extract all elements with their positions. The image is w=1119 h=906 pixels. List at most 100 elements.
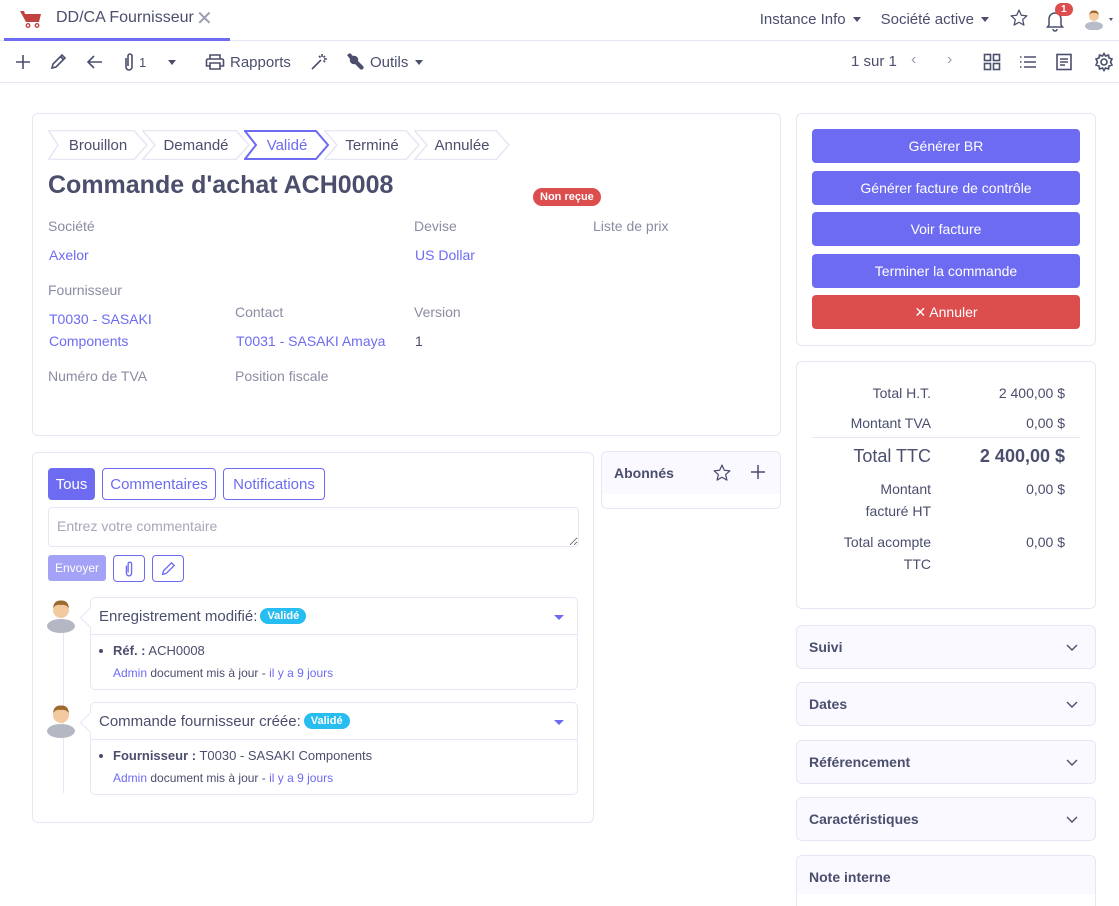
panel-internal-note: Note interne — [796, 855, 1096, 906]
changed-field-value: T0030 - SASAKI Components — [199, 748, 373, 763]
arrow-left-icon — [86, 55, 102, 69]
contact-link[interactable]: T0031 - SASAKI Amaya — [236, 330, 385, 352]
filter-comments-button[interactable]: Commentaires — [102, 468, 216, 500]
supplier-link[interactable]: T0030 - SASAKI Components — [49, 308, 152, 352]
panel-dates[interactable]: Dates — [796, 682, 1096, 726]
invoiced-ht-label-line1: Montant — [880, 481, 931, 497]
comment-input[interactable] — [48, 507, 579, 547]
settings-button[interactable] — [1094, 50, 1114, 74]
followers-header: Abonnés — [602, 452, 780, 494]
gear-icon — [1094, 52, 1114, 72]
message-body: Fournisseur : T0030 - SASAKI Components … — [91, 740, 577, 794]
tab-title: DD/CA Fournisseur — [56, 9, 194, 26]
user-menu[interactable] — [1083, 8, 1119, 30]
more-actions-dropdown[interactable] — [168, 50, 176, 74]
step-requested[interactable]: Demandé — [142, 130, 250, 160]
magic-wand-button[interactable] — [310, 50, 328, 74]
record-title: Commande d'achat ACH0008 — [48, 171, 394, 199]
step-draft[interactable]: Brouillon — [48, 130, 148, 160]
step-validated[interactable]: Validé — [244, 130, 330, 160]
chevron-down-icon[interactable] — [1065, 755, 1079, 769]
caret-down-icon[interactable] — [554, 615, 564, 620]
advance-total-label: Total acompte TTC — [801, 531, 931, 575]
step-label: Demandé — [163, 136, 229, 154]
list-icon — [1020, 56, 1036, 68]
version-value: 1 — [415, 333, 423, 349]
grid-view-button[interactable] — [983, 50, 1001, 74]
previous-record-icon[interactable]: ‹ — [911, 51, 916, 69]
send-button[interactable]: Envoyer — [48, 555, 106, 581]
attach-file-button[interactable] — [113, 555, 145, 582]
pencil-icon — [50, 53, 67, 70]
contact-label: Contact — [235, 304, 284, 320]
next-record-icon[interactable]: › — [947, 51, 952, 69]
step-label: Brouillon — [68, 136, 128, 154]
caret-down-icon — [981, 16, 989, 22]
message-action: document mis à jour - — [150, 771, 266, 785]
price-list-label: Liste de prix — [593, 218, 669, 234]
message-meta: Admin document mis à jour - il y a 9 jou… — [113, 768, 577, 788]
active-company-label: Société active — [880, 10, 974, 28]
step-cancelled[interactable]: Annulée — [414, 130, 510, 160]
instance-info-menu[interactable]: Instance Info — [760, 11, 861, 28]
panel-characteristics[interactable]: Caractéristiques — [796, 797, 1096, 841]
panel-tracking[interactable]: Suivi — [796, 625, 1096, 669]
user-avatar-icon — [47, 705, 75, 738]
message-status-tag: Validé — [260, 608, 307, 624]
panel-title: Dates — [809, 696, 848, 712]
generate-receipt-button[interactable]: Générer BR — [812, 129, 1080, 163]
author-link[interactable]: Admin — [113, 771, 147, 785]
close-tab-icon[interactable]: ✕ — [196, 6, 213, 31]
message-title: Commande fournisseur créée: — [99, 712, 301, 730]
new-record-button[interactable] — [14, 50, 32, 74]
step-label: Terminé — [345, 136, 399, 154]
advance-total-value: 0,00 $ — [1026, 534, 1065, 550]
instance-info-label: Instance Info — [759, 10, 846, 28]
paperclip-icon — [125, 561, 133, 576]
panel-title: Note interne — [809, 869, 891, 885]
follow-star-icon[interactable] — [712, 463, 732, 483]
panel-referencing[interactable]: Référencement — [796, 740, 1096, 784]
advance-label-line2: TTC — [903, 556, 931, 572]
supplier-value-line1: T0030 - SASAKI — [49, 311, 152, 327]
tools-label: Outils — [370, 53, 409, 71]
form-view-button[interactable] — [1055, 50, 1073, 74]
chevron-down-icon[interactable] — [1065, 640, 1079, 654]
generate-control-invoice-button[interactable]: Générer facture de contrôle — [812, 171, 1080, 205]
chevron-down-icon[interactable] — [1065, 697, 1079, 711]
notifications-button[interactable]: 1 — [1045, 3, 1073, 32]
message-time-link[interactable]: il y a 9 jours — [269, 666, 333, 680]
list-view-button[interactable] — [1018, 50, 1038, 74]
author-link[interactable]: Admin — [113, 666, 147, 680]
message-item: Commande fournisseur créée: Validé Fourn… — [90, 702, 578, 795]
company-link[interactable]: Axelor — [49, 244, 89, 266]
active-company-menu[interactable]: Société active — [881, 11, 989, 28]
wrench-icon — [347, 53, 364, 70]
message-header: Commande fournisseur créée: Validé — [91, 703, 577, 740]
add-follower-icon[interactable] — [750, 464, 766, 480]
reports-button[interactable]: Rapports — [205, 50, 291, 74]
currency-link[interactable]: US Dollar — [415, 244, 475, 266]
attachment-count: 1 — [139, 54, 147, 70]
printer-icon — [205, 54, 225, 70]
plus-icon — [16, 55, 30, 69]
edit-button[interactable] — [49, 50, 67, 74]
tab-supplier-order[interactable]: DD/CA Fournisseur ✕ — [4, 0, 230, 41]
attachments-button[interactable]: 1 — [122, 50, 146, 74]
cancel-order-button[interactable]: ✕ Annuler — [812, 295, 1080, 329]
caret-down-icon — [1109, 17, 1113, 21]
message-time-link[interactable]: il y a 9 jours — [269, 771, 333, 785]
filter-notifications-button[interactable]: Notifications — [223, 468, 325, 500]
tools-menu[interactable]: Outils — [345, 50, 424, 74]
caret-down-icon[interactable] — [554, 720, 564, 725]
caret-down-icon — [415, 59, 424, 65]
back-button[interactable] — [86, 50, 104, 74]
chevron-down-icon[interactable] — [1065, 812, 1079, 826]
favorite-star-icon[interactable] — [1009, 8, 1029, 28]
view-invoice-button[interactable]: Voir facture — [812, 212, 1080, 246]
finish-order-button[interactable]: Terminer la commande — [812, 254, 1080, 288]
step-done[interactable]: Terminé — [324, 130, 420, 160]
grid-icon — [983, 53, 1001, 71]
edit-comment-button[interactable] — [152, 555, 184, 582]
filter-all-button[interactable]: Tous — [48, 468, 95, 500]
